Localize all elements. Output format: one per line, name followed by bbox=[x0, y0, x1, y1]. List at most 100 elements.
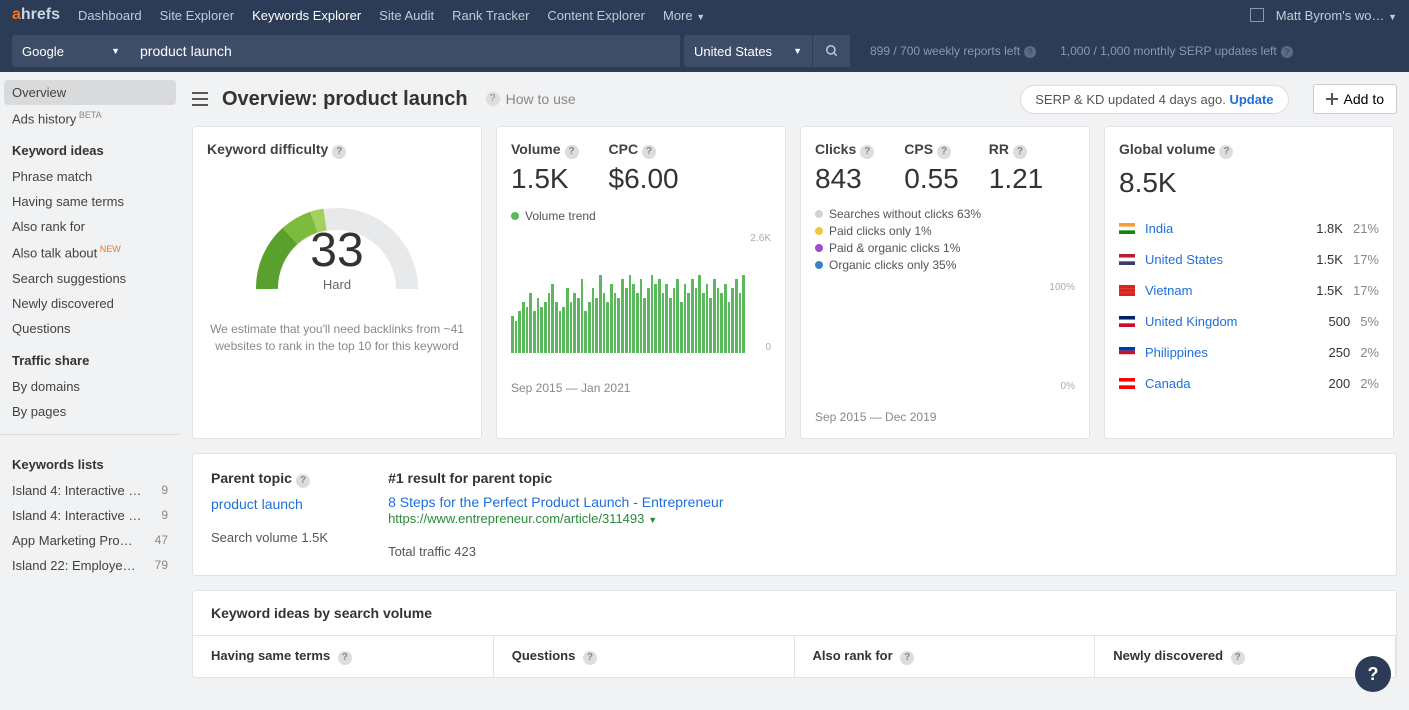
volume-bar bbox=[518, 311, 521, 353]
sidebar: Overview Ads history BETA Keyword ideas … bbox=[0, 72, 180, 710]
sidebar-list-item[interactable]: App Marketing Pro…47 bbox=[0, 528, 180, 553]
page-title: Overview: product launch bbox=[222, 88, 468, 111]
clicks-date-range: Sep 2015 — Dec 2019 bbox=[815, 410, 1075, 424]
gv-row[interactable]: Philippines2502% bbox=[1119, 337, 1379, 368]
sidebar-item-ads-history[interactable]: Ads history BETA bbox=[0, 105, 180, 131]
sidebar-item-by-domains[interactable]: By domains bbox=[0, 374, 180, 399]
sidebar-item-also-talk[interactable]: Also talk about NEW bbox=[0, 239, 180, 265]
volume-bar bbox=[559, 311, 562, 353]
sidebar-item-newly-discovered[interactable]: Newly discovered bbox=[0, 291, 180, 316]
info-icon[interactable]: ? bbox=[1024, 46, 1036, 58]
help-icon[interactable]: ? bbox=[565, 145, 579, 159]
volume-bar bbox=[573, 293, 576, 353]
volume-bar bbox=[731, 288, 734, 353]
gv-row[interactable]: Canada2002% bbox=[1119, 368, 1379, 399]
help-icon[interactable]: ? bbox=[1231, 651, 1245, 665]
cpc-value: $6.00 bbox=[609, 163, 679, 195]
parent-topic-section: Parent topic? product launch Search volu… bbox=[192, 453, 1397, 576]
volume-bar bbox=[687, 293, 690, 353]
gv-row[interactable]: Vietnam1.5K17% bbox=[1119, 275, 1379, 306]
volume-card: Volume? 1.5K CPC? $6.00 Volume trend 2.6… bbox=[496, 126, 786, 439]
clicks-label: Clicks? bbox=[815, 141, 874, 159]
volume-bar bbox=[625, 288, 628, 353]
sidebar-item-suggestions[interactable]: Search suggestions bbox=[0, 266, 180, 291]
volume-bar bbox=[735, 279, 738, 353]
help-icon[interactable]: ? bbox=[332, 145, 346, 159]
result-title-link[interactable]: 8 Steps for the Perfect Product Launch -… bbox=[388, 494, 723, 510]
volume-bar bbox=[742, 275, 745, 353]
gv-row[interactable]: United States1.5K17% bbox=[1119, 244, 1379, 275]
volume-bar bbox=[555, 302, 558, 353]
help-icon[interactable]: ? bbox=[642, 145, 656, 159]
volume-bar bbox=[724, 284, 727, 353]
update-link[interactable]: Update bbox=[1229, 92, 1273, 107]
kd-value: 33 bbox=[207, 223, 467, 278]
help-icon[interactable]: ? bbox=[1013, 145, 1027, 159]
sidebar-list-item[interactable]: Island 4: Interactive …9 bbox=[0, 478, 180, 503]
sidebar-item-also-rank[interactable]: Also rank for bbox=[0, 214, 180, 239]
menu-icon[interactable] bbox=[192, 92, 208, 106]
volume-bar bbox=[544, 302, 547, 353]
volume-date-range: Sep 2015 — Jan 2021 bbox=[511, 381, 771, 395]
gv-value: 8.5K bbox=[1119, 167, 1379, 199]
volume-bar bbox=[629, 275, 632, 353]
volume-bar bbox=[691, 279, 694, 353]
sidebar-item-questions[interactable]: Questions bbox=[0, 316, 180, 341]
volume-bar bbox=[673, 288, 676, 353]
country-select[interactable]: United States▼ bbox=[684, 35, 812, 67]
help-icon[interactable]: ? bbox=[296, 474, 310, 488]
volume-bar bbox=[680, 302, 683, 353]
volume-bar bbox=[684, 284, 687, 353]
nav-item-dashboard[interactable]: Dashboard bbox=[78, 8, 142, 23]
info-icon[interactable]: ? bbox=[1281, 46, 1293, 58]
volume-bar bbox=[522, 302, 525, 353]
search-button[interactable] bbox=[812, 35, 850, 67]
engine-select[interactable]: Google▼ bbox=[12, 35, 130, 67]
nav-item-keywords-explorer[interactable]: Keywords Explorer bbox=[252, 8, 361, 23]
clicks-value: 843 bbox=[815, 163, 874, 195]
keyword-input[interactable] bbox=[130, 35, 680, 67]
sidebar-item-overview[interactable]: Overview bbox=[4, 80, 176, 105]
help-icon[interactable]: ? bbox=[937, 145, 951, 159]
help-bubble-button[interactable]: ? bbox=[1355, 656, 1391, 692]
nav-item-site-audit[interactable]: Site Audit bbox=[379, 8, 434, 23]
kd-label: Keyword difficulty? bbox=[207, 141, 467, 159]
nav-item-more[interactable]: More ▼ bbox=[663, 8, 705, 23]
result-url[interactable]: https://www.entrepreneur.com/article/311… bbox=[388, 510, 723, 526]
sidebar-item-phrase-match[interactable]: Phrase match bbox=[0, 164, 180, 189]
volume-bar bbox=[595, 298, 598, 353]
gv-row[interactable]: United Kingdom5005% bbox=[1119, 306, 1379, 337]
volume-bar bbox=[599, 275, 602, 353]
volume-bar bbox=[676, 279, 679, 353]
kd-rating: Hard bbox=[207, 277, 467, 292]
search-bar: Google▼ United States▼ 899 / 700 weekly … bbox=[0, 30, 1409, 72]
volume-bar bbox=[643, 298, 646, 353]
nav-item-content-explorer[interactable]: Content Explorer bbox=[547, 8, 645, 23]
workspace-icon[interactable] bbox=[1250, 8, 1264, 22]
logo[interactable]: ahrefs bbox=[12, 6, 60, 24]
sidebar-list-item[interactable]: Island 22: Employe…79 bbox=[0, 553, 180, 578]
volume-bar bbox=[621, 279, 624, 353]
help-icon: ? bbox=[486, 92, 500, 106]
sidebar-item-same-terms[interactable]: Having same terms bbox=[0, 189, 180, 214]
sidebar-item-by-pages[interactable]: By pages bbox=[0, 399, 180, 424]
help-icon[interactable]: ? bbox=[338, 651, 352, 665]
volume-bar bbox=[584, 311, 587, 353]
sidebar-list-item[interactable]: Island 4: Interactive …9 bbox=[0, 503, 180, 528]
workspace-selector[interactable]: Matt Byrom's wo… ▼ bbox=[1276, 8, 1397, 23]
volume-bar bbox=[592, 288, 595, 353]
nav-item-rank-tracker[interactable]: Rank Tracker bbox=[452, 8, 529, 23]
how-to-use[interactable]: ?How to use bbox=[482, 91, 576, 107]
help-icon[interactable]: ? bbox=[900, 651, 914, 665]
help-icon[interactable]: ? bbox=[860, 145, 874, 159]
gv-row[interactable]: India1.8K21% bbox=[1119, 213, 1379, 244]
content-header: Overview: product launch ?How to use SER… bbox=[192, 72, 1397, 126]
parent-topic-link[interactable]: product launch bbox=[211, 496, 328, 512]
nav-item-site-explorer[interactable]: Site Explorer bbox=[160, 8, 234, 23]
help-icon[interactable]: ? bbox=[1219, 145, 1233, 159]
add-to-button[interactable]: Add to bbox=[1313, 84, 1397, 114]
usage-info: 899 / 700 weekly reports left? 1,000 / 1… bbox=[870, 44, 1293, 58]
clicks-chart: 100% 0% bbox=[815, 282, 1075, 402]
help-icon[interactable]: ? bbox=[583, 651, 597, 665]
volume-bar bbox=[658, 279, 661, 353]
